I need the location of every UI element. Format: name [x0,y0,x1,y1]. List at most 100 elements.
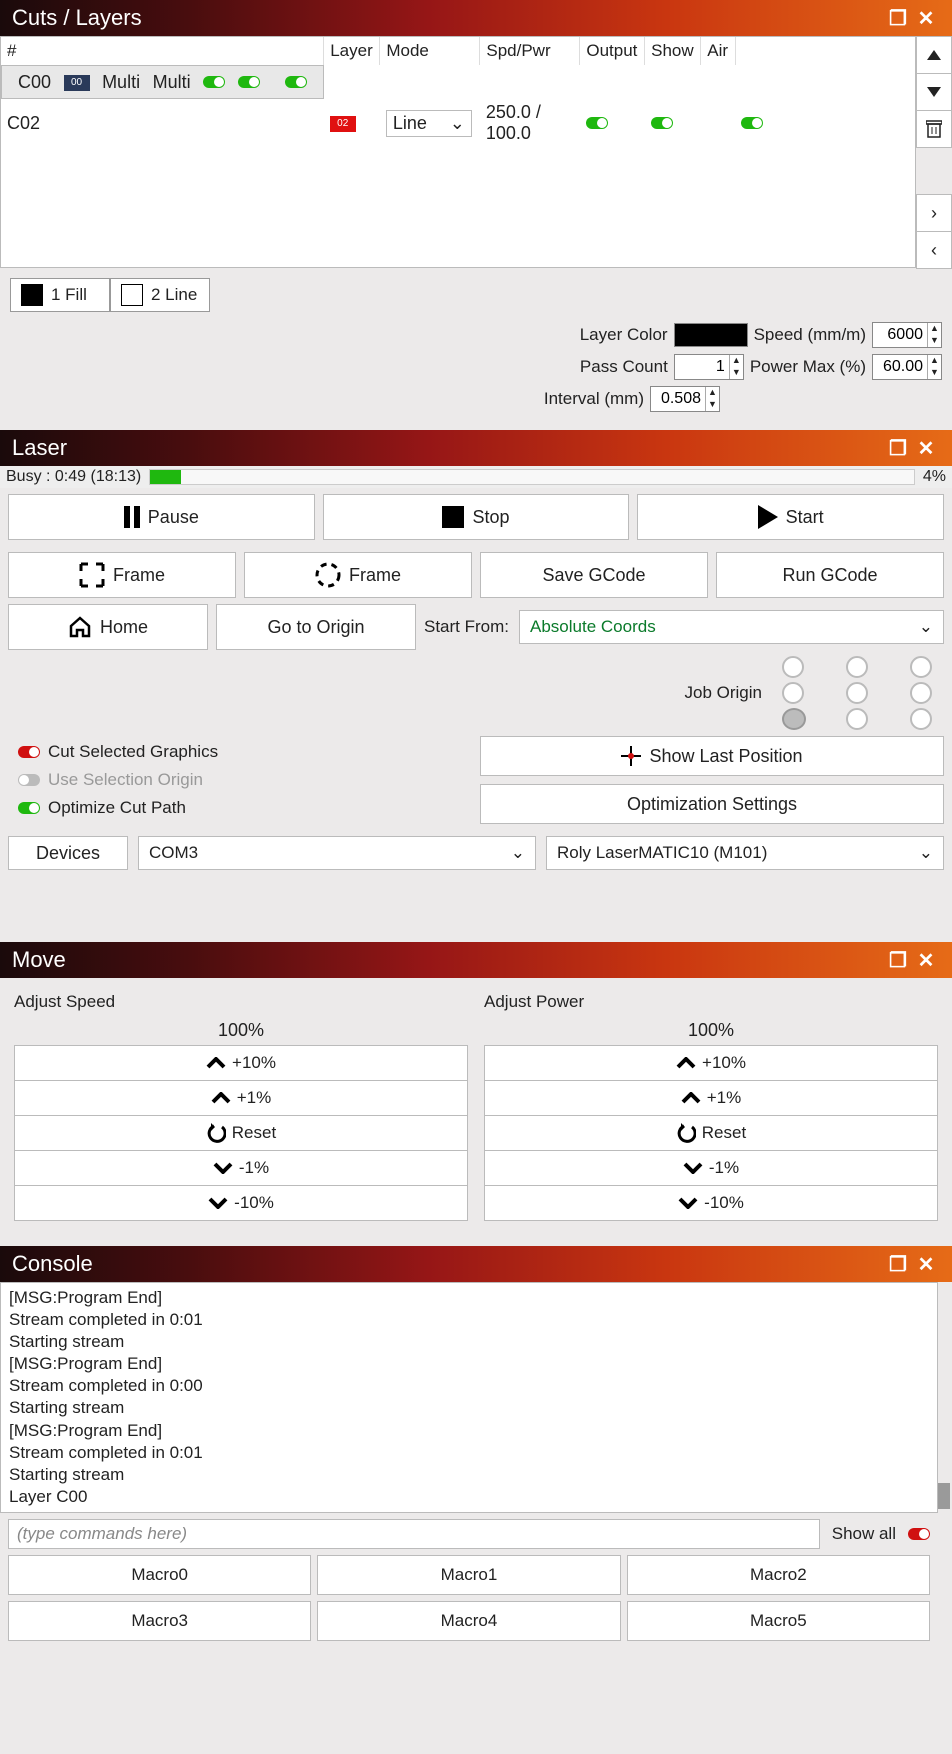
macro-button[interactable]: Macro4 [317,1601,620,1641]
mode-select[interactable]: Line⌄ [386,110,472,137]
col-air[interactable]: Air [701,37,735,65]
macro-button[interactable]: Macro0 [8,1555,311,1595]
show-toggle[interactable] [238,76,260,88]
pause-button[interactable]: Pause [8,494,315,540]
tab-line[interactable]: 2 Line [110,278,210,312]
move-down-button[interactable] [916,73,952,111]
power-plus1-button[interactable]: +1% [484,1080,938,1116]
power-minus1-button[interactable]: -1% [484,1150,938,1186]
air-toggle[interactable] [741,117,763,129]
layer-row[interactable]: C00 00 Multi Multi [1,65,324,99]
col-layer[interactable]: Layer [324,37,380,65]
power-minus10-button[interactable]: -10% [484,1185,938,1221]
reset-icon [206,1123,226,1143]
stop-button[interactable]: Stop [323,494,630,540]
crosshair-icon [621,746,641,766]
console-output[interactable]: [MSG:Program End]Stream completed in 0:0… [0,1282,938,1513]
console-line: Starting stream [9,1331,929,1353]
layers-side-buttons: › ‹ [916,36,952,268]
home-icon [68,615,92,639]
port-select[interactable]: COM3⌄ [138,836,536,870]
output-toggle[interactable] [203,76,225,88]
tab-fill[interactable]: 1 Fill [10,278,110,312]
use-selection-toggle[interactable] [18,774,40,786]
laser-title: Laser [12,435,884,461]
power-reset-button[interactable]: Reset [484,1115,938,1151]
col-show[interactable]: Show [645,37,701,65]
speed-input[interactable]: ▲▼ [872,322,942,348]
frame-rect-icon [79,562,105,588]
show-all-toggle[interactable] [908,1528,930,1540]
col-mode[interactable]: Mode [380,37,480,65]
speed-minus1-button[interactable]: -1% [14,1150,468,1186]
job-origin-selected[interactable] [782,708,806,730]
scrollbar-thumb[interactable] [938,1483,950,1509]
speed-plus10-button[interactable]: +10% [14,1045,468,1081]
optimization-settings-button[interactable]: Optimization Settings [480,784,944,824]
pass-input[interactable]: ▲▼ [674,354,744,380]
interval-input[interactable]: ▲▼ [650,386,720,412]
command-input[interactable]: (type commands here) [8,1519,820,1549]
console-line: Starting stream [9,1397,929,1419]
macro-button[interactable]: Macro5 [627,1601,930,1641]
save-gcode-button[interactable]: Save GCode [480,552,708,598]
collapse-left-button[interactable]: ‹ [916,231,952,269]
restore-icon[interactable]: ❐ [884,1252,912,1277]
col-output[interactable]: Output [580,37,645,65]
play-icon [758,505,778,529]
goto-origin-button[interactable]: Go to Origin [216,604,416,650]
cuts-panel: Cuts / Layers ❐ ✕ # Layer Mode Spd/Pwr O… [0,0,952,418]
home-button[interactable]: Home [8,604,208,650]
restore-icon[interactable]: ❐ [884,948,912,973]
speed-plus1-button[interactable]: +1% [14,1080,468,1116]
power-input[interactable]: ▲▼ [872,354,942,380]
close-icon[interactable]: ✕ [912,6,940,31]
speed-label: Speed (mm/m) [754,325,866,345]
chevron-up-icon [211,1092,231,1104]
run-gcode-button[interactable]: Run GCode [716,552,944,598]
macro-button[interactable]: Macro2 [627,1555,930,1595]
output-toggle[interactable] [586,117,608,129]
macro-button[interactable]: Macro3 [8,1601,311,1641]
show-last-position-button[interactable]: Show Last Position [480,736,944,776]
cut-selected-toggle[interactable] [18,746,40,758]
close-icon[interactable]: ✕ [912,436,940,461]
close-icon[interactable]: ✕ [912,948,940,973]
restore-icon[interactable]: ❐ [884,6,912,31]
col-num[interactable]: # [1,37,324,65]
layers-table: # Layer Mode Spd/Pwr Output Show Air C00… [0,36,916,268]
macro-button[interactable]: Macro1 [317,1555,620,1595]
start-button[interactable]: Start [637,494,944,540]
optimize-toggle[interactable] [18,802,40,814]
frame-rect-button[interactable]: Frame [8,552,236,598]
expand-right-button[interactable]: › [916,194,952,232]
adjust-power-col: Adjust Power 100% +10% +1% Reset -1% -10… [484,992,938,1220]
power-plus10-button[interactable]: +10% [484,1045,938,1081]
delete-button[interactable] [916,110,952,148]
job-origin-grid[interactable] [782,656,944,730]
air-toggle[interactable] [285,76,307,88]
col-spd[interactable]: Spd/Pwr [480,37,580,65]
machine-select[interactable]: Roly LaserMATIC10 (M101)⌄ [546,836,944,870]
console-line: Stream completed in 0:01 [9,1309,929,1331]
chevron-down-icon: ⌄ [919,617,933,637]
layer-row[interactable]: C02 02 Line⌄ 250.0 / 100.0 [1,99,915,147]
spin-down-icon[interactable]: ▼ [927,335,941,347]
console-line: Stream completed in 0:01 [9,1442,929,1464]
console-line: Starting stream [9,1464,929,1486]
adjust-speed-col: Adjust Speed 100% +10% +1% Reset -1% -10… [14,992,468,1220]
chevron-down-icon: ⌄ [511,843,525,863]
spin-up-icon[interactable]: ▲ [927,323,941,335]
layer-color-swatch[interactable] [674,323,748,347]
chevron-down-icon: ⌄ [919,843,933,863]
start-from-select[interactable]: Absolute Coords ⌄ [519,610,944,644]
move-up-button[interactable] [916,36,952,74]
show-toggle[interactable] [651,117,673,129]
speed-minus10-button[interactable]: -10% [14,1185,468,1221]
restore-icon[interactable]: ❐ [884,436,912,461]
close-icon[interactable]: ✕ [912,1252,940,1277]
frame-oval-button[interactable]: Frame [244,552,472,598]
chevron-up-icon [206,1057,226,1069]
speed-reset-button[interactable]: Reset [14,1115,468,1151]
devices-button[interactable]: Devices [8,836,128,870]
